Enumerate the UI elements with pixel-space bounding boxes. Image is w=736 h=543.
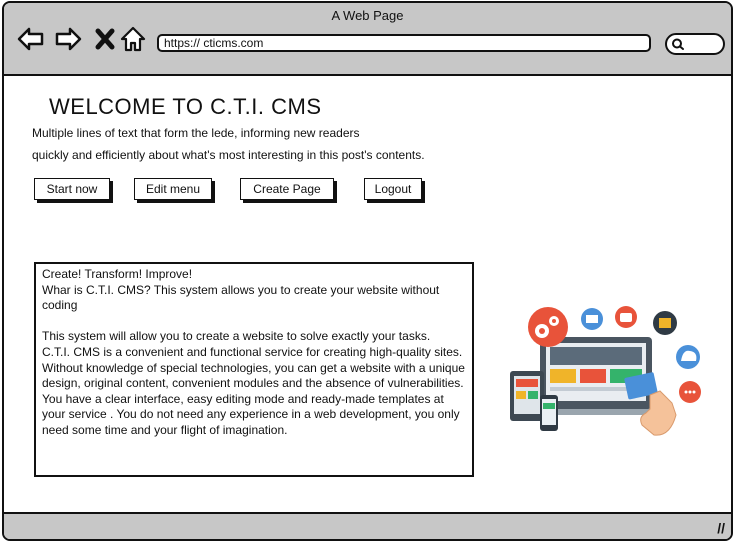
- close-icon[interactable]: [92, 25, 120, 53]
- browser-toolbar: A Web Page https:// cticms.com: [4, 3, 731, 76]
- resize-grip-icon[interactable]: //: [717, 520, 725, 536]
- browser-window: A Web Page https:// cticms.com WELCOME T…: [2, 1, 733, 541]
- info-paragraph-1: This system will allow you to create a w…: [42, 329, 431, 344]
- forward-icon[interactable]: [54, 25, 82, 53]
- info-text-box: Create! Transform! Improve! Whar is C.T.…: [34, 262, 474, 477]
- home-icon[interactable]: [119, 25, 147, 53]
- create-page-button[interactable]: Create Page: [240, 178, 334, 200]
- search-field[interactable]: [665, 33, 725, 55]
- search-icon: [672, 38, 684, 50]
- page-title: WELCOME TO C.T.I. CMS: [49, 94, 322, 119]
- info-tagline: Create! Transform! Improve!: [42, 267, 193, 281]
- address-bar[interactable]: https:// cticms.com: [157, 34, 651, 52]
- window-title: A Web Page: [331, 8, 404, 23]
- info-question: Whar is C.T.I. CMS? This system allows y…: [42, 282, 440, 313]
- info-paragraph-2: C.T.I. CMS is a convenient and functiona…: [42, 344, 465, 437]
- start-now-button[interactable]: Start now: [34, 178, 110, 200]
- lede-line-1: Multiple lines of text that form the led…: [32, 126, 360, 140]
- back-icon[interactable]: [17, 25, 45, 53]
- logout-button[interactable]: Logout: [364, 178, 422, 200]
- status-bar: //: [4, 512, 731, 539]
- web-devices-illustration: [500, 299, 710, 443]
- lede-line-2: quickly and efficiently about what's mos…: [32, 148, 425, 162]
- edit-menu-button[interactable]: Edit menu: [134, 178, 212, 200]
